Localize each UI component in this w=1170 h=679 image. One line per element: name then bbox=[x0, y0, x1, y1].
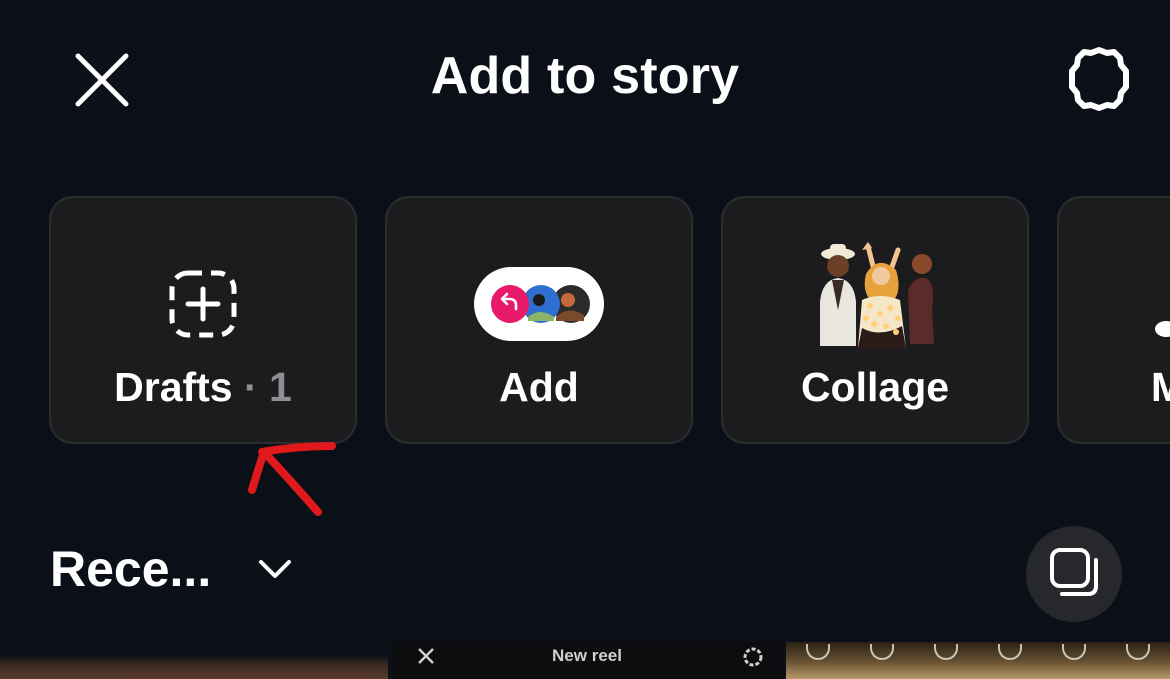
add-yours-label: Add bbox=[499, 364, 579, 410]
multi-select-button[interactable] bbox=[1026, 526, 1122, 622]
tool-icon bbox=[1126, 644, 1150, 660]
add-yours-sticker-icon bbox=[387, 254, 691, 354]
music-card[interactable]: M bbox=[1057, 196, 1170, 444]
drafts-card[interactable]: Drafts · 1 bbox=[49, 196, 357, 444]
red-arrow-annotation bbox=[240, 436, 350, 526]
collage-label: Collage bbox=[800, 364, 950, 410]
story-options-row: Drafts · 1 Add Collage bbox=[0, 196, 1170, 446]
album-selector[interactable]: Rece... bbox=[50, 540, 295, 598]
gallery-thumbnail[interactable]: New reel bbox=[392, 642, 782, 679]
add-yours-card[interactable]: Add bbox=[385, 196, 693, 444]
album-title: Rece... bbox=[50, 541, 212, 597]
drafts-label: Drafts · 1 bbox=[51, 364, 355, 411]
collage-people-icon bbox=[723, 238, 1027, 354]
tool-icon bbox=[1062, 644, 1086, 660]
header: Add to story bbox=[0, 0, 1170, 160]
tool-icon bbox=[870, 644, 894, 660]
gallery-thumbnail[interactable] bbox=[786, 642, 1170, 679]
drafts-separator: · bbox=[232, 364, 270, 410]
multi-select-icon bbox=[1048, 546, 1100, 603]
gear-icon bbox=[1064, 44, 1134, 119]
tool-icon bbox=[998, 644, 1022, 660]
chevron-down-icon bbox=[255, 549, 295, 589]
drafts-count: 1 bbox=[269, 364, 292, 410]
tool-icon bbox=[934, 644, 958, 660]
collage-card[interactable]: Collage bbox=[721, 196, 1029, 444]
gallery-thumbnail[interactable] bbox=[0, 642, 388, 679]
add-to-story-screen: Add to story Drafts · 1 Add Collage Rece… bbox=[0, 0, 1170, 679]
tool-icon bbox=[806, 644, 830, 660]
gear-icon bbox=[742, 646, 764, 673]
dashed-plus-icon bbox=[51, 254, 355, 354]
page-title: Add to story bbox=[430, 47, 740, 105]
music-label: M bbox=[1059, 364, 1170, 411]
thumbnail-toolbar bbox=[806, 642, 1150, 662]
drafts-title: Drafts bbox=[114, 364, 233, 410]
settings-button[interactable] bbox=[1058, 40, 1140, 122]
thumbnail-title: New reel bbox=[552, 646, 622, 665]
media-gallery: New reel bbox=[0, 642, 1170, 679]
music-note-icon bbox=[1059, 268, 1170, 348]
